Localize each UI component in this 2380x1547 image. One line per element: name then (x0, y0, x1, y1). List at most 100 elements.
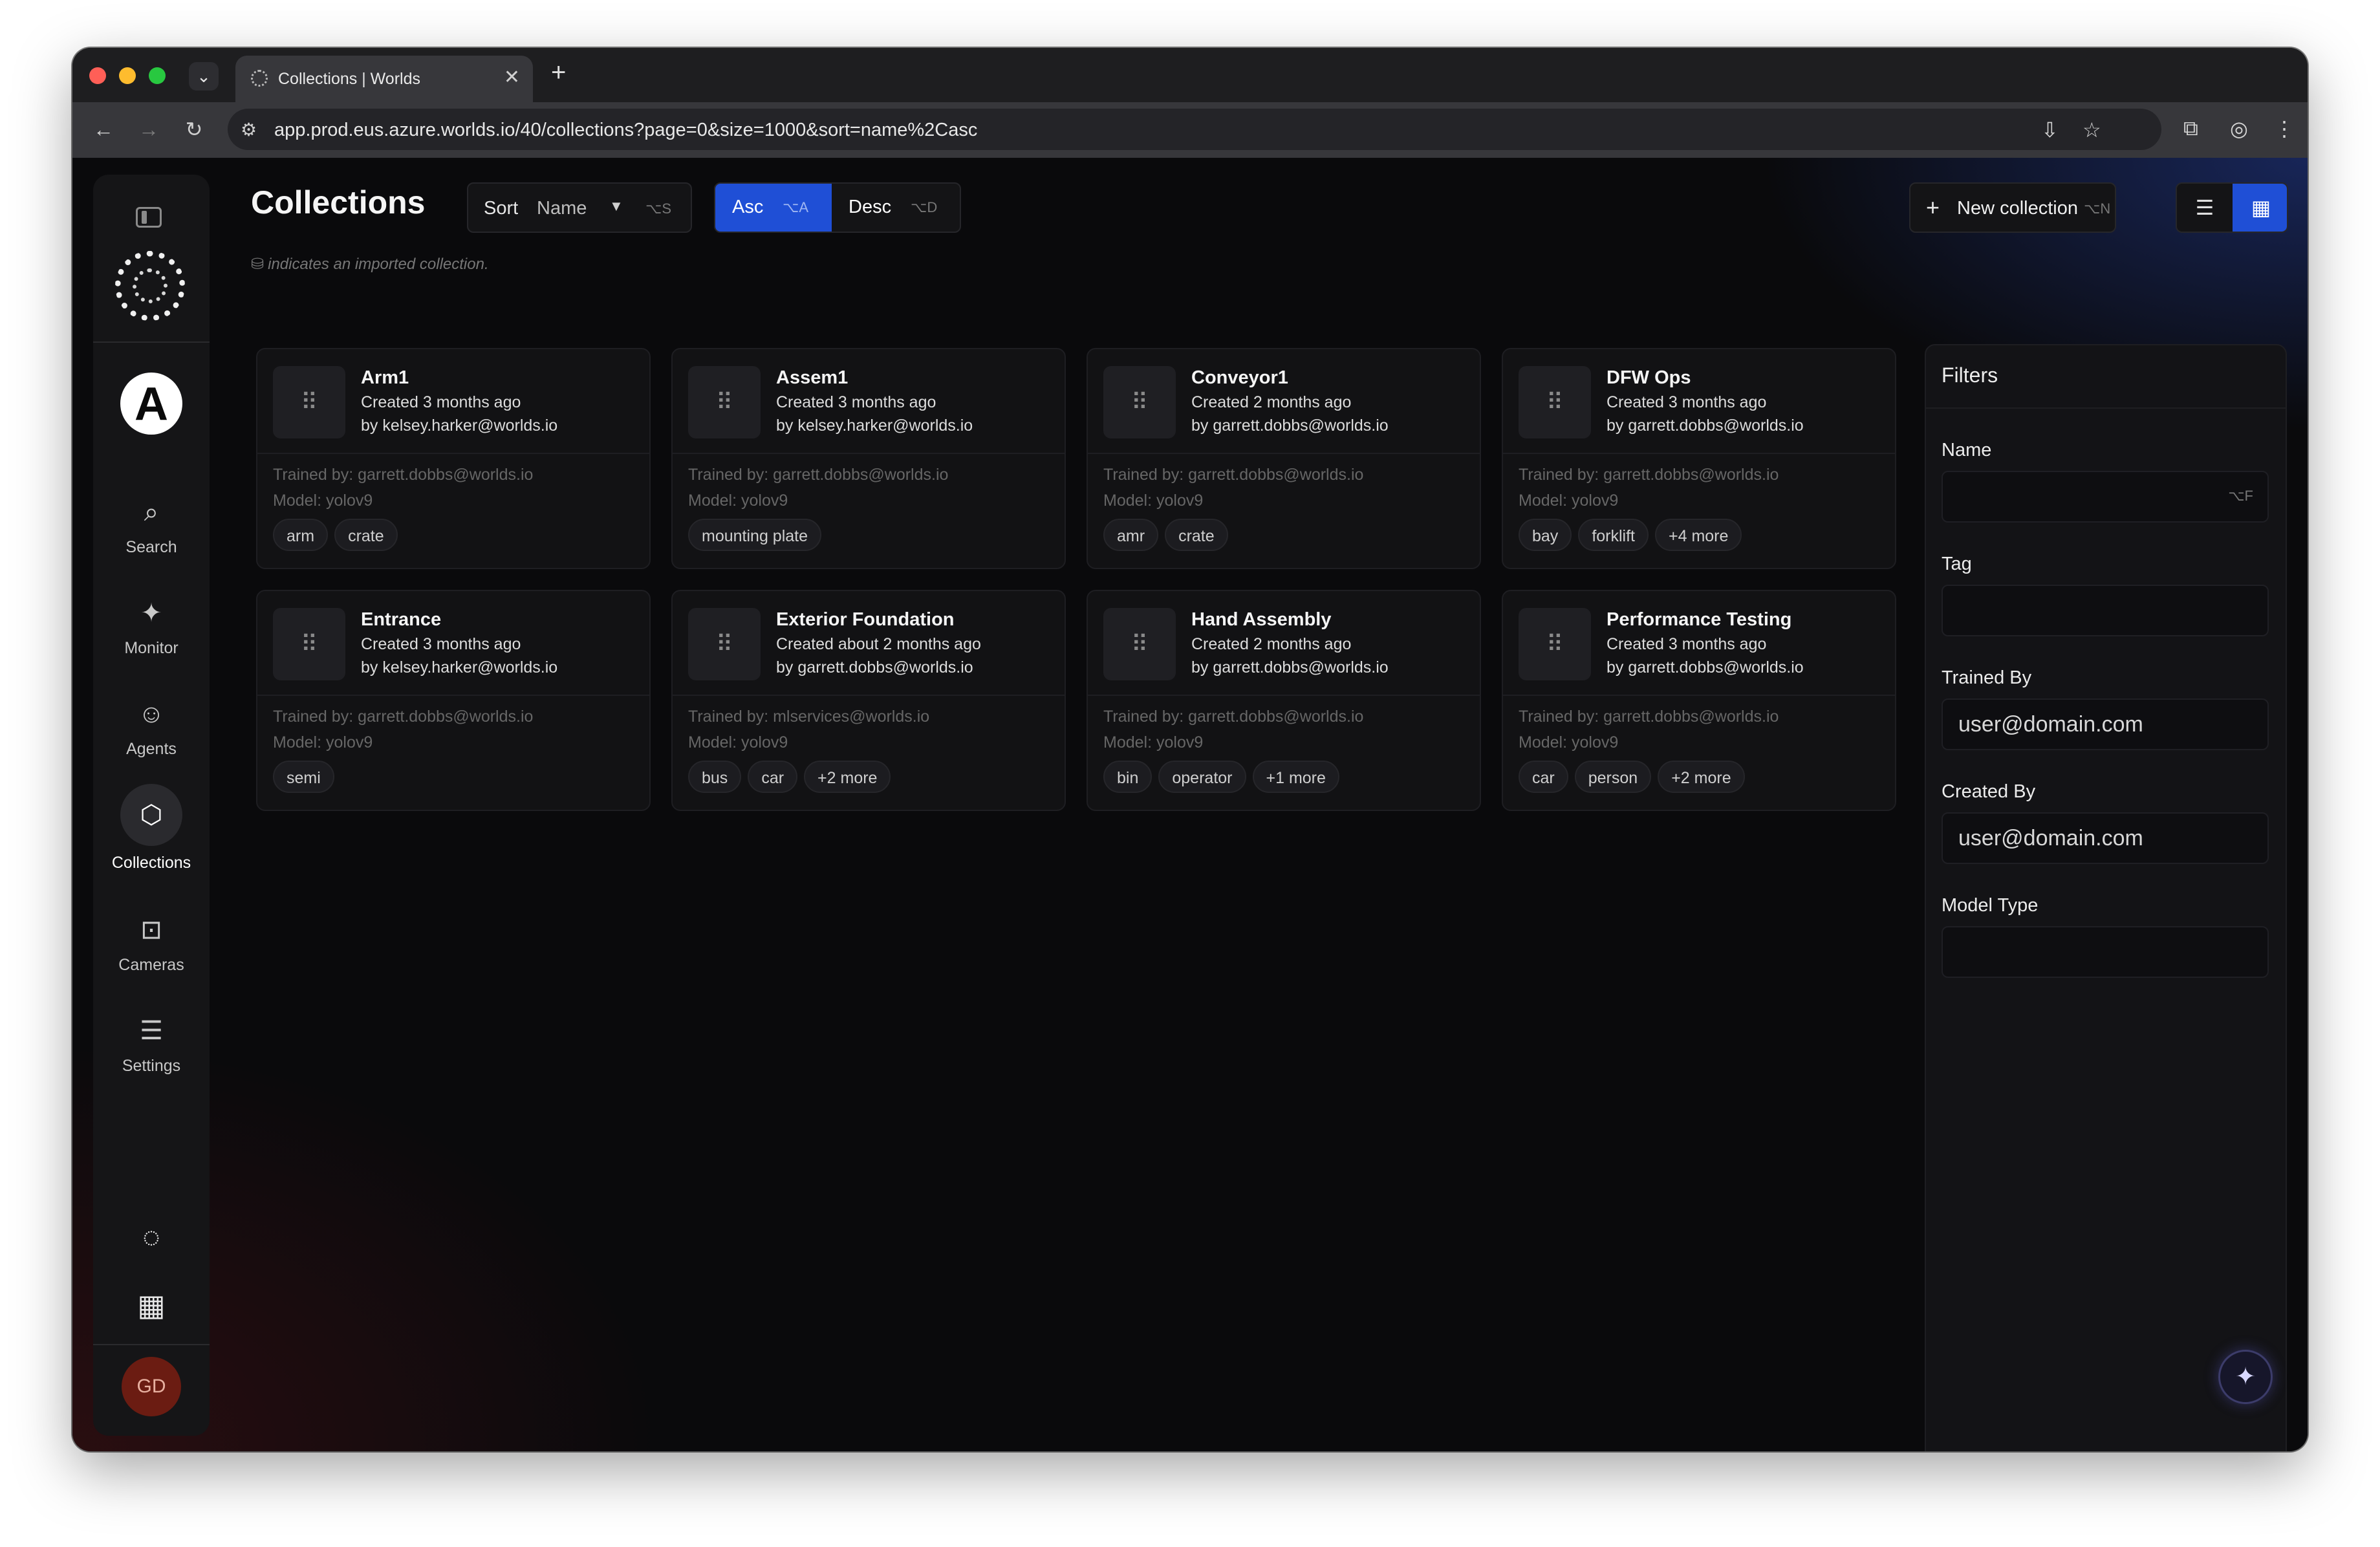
collection-card[interactable]: ⠿ Hand Assembly Created 2 months ago by … (1087, 590, 1481, 811)
camera-icon: ⊡ (140, 916, 162, 944)
tab-search-chevron-icon[interactable]: ⌄ (189, 62, 219, 91)
more-tags-chip[interactable]: +2 more (804, 761, 891, 793)
collection-trained-by: Trained by: garrett.dobbs@worlds.io (688, 466, 949, 484)
extensions-icon[interactable]: ⧉ (2183, 116, 2198, 141)
tag-chip[interactable]: semi (273, 761, 334, 793)
tag-chip[interactable]: car (1519, 761, 1568, 793)
minimize-window-button[interactable] (119, 67, 136, 84)
view-mode-toggle: ☰ ▦ (2176, 182, 2288, 233)
site-settings-icon[interactable]: ⚙ (241, 119, 257, 140)
sort-dropdown[interactable]: Sort Name ▼ ⌥S (467, 182, 692, 233)
collection-tags: bin operator +1 more (1103, 761, 1346, 793)
collection-card[interactable]: ⠿ Arm1 Created 3 months ago by kelsey.ha… (256, 348, 651, 569)
tab-title: Collections | Worlds (278, 70, 420, 88)
tag-chip[interactable]: person (1574, 761, 1652, 793)
card-header: ⠿ Assem1 Created 3 months ago by kelsey.… (673, 349, 1065, 454)
url-text[interactable]: app.prod.eus.azure.worlds.io/40/collecti… (274, 120, 977, 141)
sidebar: A ⌕ Search ✦ Monitor ☺ Agents ⬡ Collecti… (93, 175, 210, 1436)
sidebar-item-label: Settings (122, 1057, 181, 1075)
desc-button[interactable]: Desc ⌥D (832, 184, 960, 232)
sidebar-item-agents[interactable]: ☺ Agents (93, 683, 210, 759)
browser-tab[interactable]: Collections | Worlds ✕ (235, 56, 533, 102)
grid-view-icon[interactable]: ▦ (2233, 184, 2287, 232)
tag-chip[interactable]: crate (1165, 519, 1228, 551)
trained-by-filter-input[interactable] (1942, 698, 2269, 750)
collection-card[interactable]: ⠿ Exterior Foundation Created about 2 mo… (671, 590, 1066, 811)
cube-icon: ⬡ (120, 784, 182, 846)
sidebar-item-label: Collections (111, 854, 191, 872)
collection-name: Conveyor1 (1191, 367, 1288, 388)
tag-chip[interactable]: crate (334, 519, 398, 551)
building-icon[interactable]: ▦ (120, 1274, 182, 1336)
tag-chip[interactable]: car (748, 761, 798, 793)
collection-created: Created 3 months ago (361, 393, 521, 411)
tag-chip[interactable]: forklift (1578, 519, 1649, 551)
browser-toolbar: ← → ↻ ⚙ app.prod.eus.azure.worlds.io/40/… (72, 102, 2308, 158)
worlds-logo-icon (115, 251, 185, 321)
tag-chip[interactable]: arm (273, 519, 329, 551)
new-tab-button[interactable]: + (551, 58, 566, 87)
profile-icon[interactable]: ◎ (2230, 116, 2248, 141)
collection-card[interactable]: ⠿ Assem1 Created 3 months ago by kelsey.… (671, 348, 1066, 569)
name-filter-input[interactable] (1942, 471, 2269, 523)
asc-button[interactable]: Asc ⌥A (715, 184, 832, 232)
address-bar[interactable]: ⚙ app.prod.eus.azure.worlds.io/40/collec… (228, 109, 2161, 150)
collection-created: Created about 2 months ago (776, 635, 981, 653)
collection-card[interactable]: ⠿ Entrance Created 3 months ago by kelse… (256, 590, 651, 811)
collection-trained-by: Trained by: mlservices@worlds.io (688, 708, 930, 726)
sort-direction-toggle: Asc ⌥A Desc ⌥D (714, 182, 961, 233)
new-collection-button[interactable]: + New collection ⌥N (1909, 182, 2116, 233)
more-tags-chip[interactable]: +2 more (1658, 761, 1745, 793)
tag-chip[interactable]: operator (1158, 761, 1246, 793)
database-icon: ⛁ (251, 255, 265, 273)
assistant-sparkle-button[interactable]: ✦ (2218, 1350, 2273, 1404)
sidebar-item-settings[interactable]: ☰ Settings (93, 1000, 210, 1076)
collection-name: Entrance (361, 609, 442, 630)
collection-trained-by: Trained by: garrett.dobbs@worlds.io (273, 466, 534, 484)
created-by-filter-input[interactable] (1942, 812, 2269, 864)
back-arrow-icon[interactable]: ← (91, 116, 116, 142)
app-area: A ⌕ Search ✦ Monitor ☺ Agents ⬡ Collecti… (72, 158, 2308, 1451)
collection-tags: semi (273, 761, 341, 793)
forward-arrow-icon[interactable]: → (136, 116, 162, 142)
card-header: ⠿ Performance Testing Created 3 months a… (1503, 591, 1895, 696)
sort-value[interactable]: Name (537, 198, 587, 219)
sidebar-item-search[interactable]: ⌕ Search (93, 481, 210, 557)
tab-close-icon[interactable]: ✕ (504, 66, 520, 89)
loading-spinner-icon[interactable]: ◌ (120, 1206, 182, 1268)
tag-chip[interactable]: bay (1519, 519, 1572, 551)
collection-card[interactable]: ⠿ DFW Ops Created 3 months ago by garret… (1502, 348, 1896, 569)
filters-divider (1926, 407, 2286, 409)
desc-label: Desc (849, 197, 892, 217)
model-type-filter-input[interactable] (1942, 926, 2269, 978)
list-view-icon[interactable]: ☰ (2177, 184, 2233, 232)
collection-name: Hand Assembly (1191, 609, 1332, 630)
asc-label: Asc (732, 197, 764, 217)
install-app-icon[interactable]: ⇩ (2041, 118, 2059, 142)
maximize-window-button[interactable] (149, 67, 166, 84)
tag-chip[interactable]: mounting plate (688, 519, 822, 551)
collection-card[interactable]: ⠿ Conveyor1 Created 2 months ago by garr… (1087, 348, 1481, 569)
sidebar-toggle-icon[interactable] (136, 207, 162, 228)
sidebar-item-monitor[interactable]: ✦ Monitor (93, 582, 210, 658)
new-collection-shortcut: ⌥N (2084, 200, 2111, 217)
sidebar-item-cameras[interactable]: ⊡ Cameras (93, 899, 210, 975)
tag-filter-input[interactable] (1942, 585, 2269, 636)
org-avatar[interactable]: A (120, 373, 182, 435)
sidebar-divider (93, 341, 210, 343)
tag-chip[interactable]: bus (688, 761, 742, 793)
bookmark-star-icon[interactable]: ☆ (2082, 118, 2101, 142)
card-header: ⠿ DFW Ops Created 3 months ago by garret… (1503, 349, 1895, 454)
tag-filter-label: Tag (1942, 554, 1972, 574)
collection-card[interactable]: ⠿ Performance Testing Created 3 months a… (1502, 590, 1896, 811)
browser-menu-icon[interactable]: ⋮ (2274, 116, 2295, 141)
sidebar-item-label: Search (125, 538, 177, 556)
more-tags-chip[interactable]: +1 more (1252, 761, 1339, 793)
tag-chip[interactable]: bin (1103, 761, 1152, 793)
user-avatar[interactable]: GD (122, 1357, 181, 1416)
reload-icon[interactable]: ↻ (181, 116, 207, 142)
close-window-button[interactable] (89, 67, 106, 84)
sidebar-item-collections[interactable]: ⬡ Collections (93, 784, 210, 872)
more-tags-chip[interactable]: +4 more (1655, 519, 1742, 551)
tag-chip[interactable]: amr (1103, 519, 1159, 551)
